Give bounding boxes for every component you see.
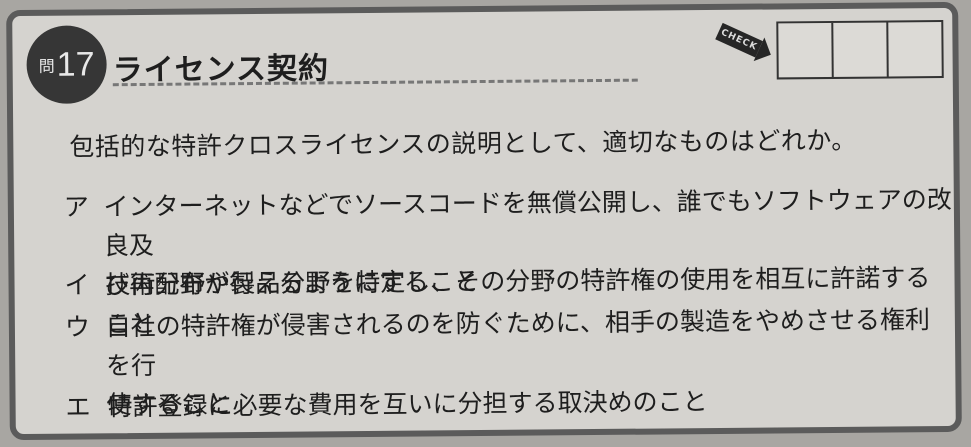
check-box-2[interactable] xyxy=(833,22,889,77)
option-text-line: 特許登録に必要な費用を互いに分担する取決めのこと xyxy=(107,387,708,422)
check-label: CHECK xyxy=(715,22,763,58)
check-arrow-icon: CHECK xyxy=(714,19,777,67)
question-card: 問 17 ライセンス契約 CHECK 包括的な特許クロスライセンスの説明として、… xyxy=(6,1,962,441)
question-prefix: 問 xyxy=(38,56,55,76)
option-text-line: インターネットなどでソースコードを無償公開し、誰でもソフトウェアの改良及 xyxy=(103,184,952,261)
check-box-1[interactable] xyxy=(778,22,834,78)
option-label: エ xyxy=(65,392,91,422)
option-e: エ 特許登録に必要な費用を互いに分担する取決めのこと xyxy=(65,382,707,427)
question-text: 包括的な特許クロスライセンスの説明として、適切なものはどれか。 xyxy=(69,125,857,162)
question-number-badge: 問 17 xyxy=(26,25,107,104)
question-number: 17 xyxy=(56,44,95,84)
check-boxes xyxy=(776,19,944,80)
check-box-3[interactable] xyxy=(888,22,941,76)
option-text-line: 自社の特許権が侵害されるのを防ぐために、相手の製造をやめさせる権利を行 xyxy=(105,305,931,381)
